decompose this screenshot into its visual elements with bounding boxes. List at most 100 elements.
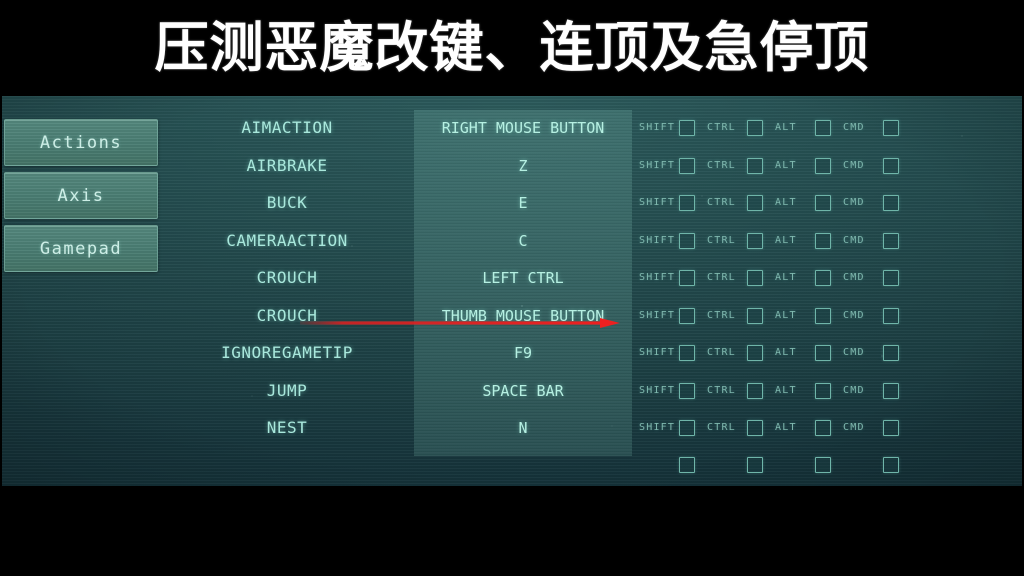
binding-value[interactable]: Z [414,156,632,176]
action-name: BUCK [266,193,308,212]
binding-value[interactable]: RIGHT MOUSE BUTTON [414,118,632,138]
modifier-ctrl: CTRL [707,419,775,437]
modifier-checkbox-ctrl[interactable] [747,382,763,399]
modifier-checkbox-ctrl[interactable] [747,195,763,211]
modifier-label: CTRL [707,197,736,208]
action-name: CROUCH [256,268,318,287]
modifier-checkbox-alt[interactable] [815,195,831,211]
modifier-group: SHIFT CTRL ALT CMD [639,157,911,175]
modifier-alt: ALT [775,382,843,400]
modifier-alt [775,456,843,473]
modifier-checkbox-cmd[interactable] [883,120,899,136]
modifier-checkbox-ctrl[interactable] [747,232,763,249]
modifier-checkbox-ctrl[interactable] [747,345,763,361]
binding-value[interactable]: N [414,418,632,438]
binding-value[interactable]: THUMB MOUSE BUTTON [414,306,632,326]
modifier-checkbox-cmd[interactable] [883,195,899,211]
modifier-alt: ALT [775,194,843,212]
modifier-checkbox-shift[interactable] [679,195,695,211]
modifier-checkbox-alt[interactable] [815,157,831,174]
modifier-group: SHIFT CTRL ALT CMD [639,382,911,400]
table-row[interactable]: JUMP SPACE BAR SHIFT CTRL ALT CMD [2,381,1022,418]
modifier-checkbox-cmd[interactable] [883,157,899,174]
modifier-checkbox-ctrl[interactable] [747,456,763,473]
table-row[interactable] [2,456,1022,487]
modifier-checkbox-alt[interactable] [815,270,831,286]
modifier-checkbox-alt[interactable] [815,120,831,136]
modifier-label: SHIFT [639,422,676,433]
modifier-ctrl: CTRL [707,382,775,400]
modifier-checkbox-cmd[interactable] [883,232,899,249]
category-tabs: Actions Axis Gamepad [4,119,158,278]
modifier-checkbox-cmd[interactable] [883,382,899,399]
modifier-checkbox-shift[interactable] [679,157,695,174]
modifier-checkbox-cmd[interactable] [883,420,899,436]
modifier-checkbox-shift[interactable] [679,420,695,436]
modifier-ctrl: CTRL [707,119,775,137]
modifier-checkbox-alt[interactable] [815,345,831,361]
modifier-label: SHIFT [639,272,676,283]
modifier-alt: ALT [775,232,843,250]
modifier-alt: ALT [775,307,843,325]
modifier-checkbox-cmd[interactable] [883,270,899,286]
table-row[interactable]: IGNOREGAMETIP F9 SHIFT CTRL ALT CMD [2,343,1022,380]
modifier-ctrl: CTRL [707,157,775,175]
modifier-cmd: CMD [843,232,911,250]
modifier-checkbox-shift[interactable] [679,232,695,249]
modifier-shift: SHIFT [639,157,707,175]
modifier-ctrl [707,456,775,473]
sidebar-item-axis[interactable]: Axis [4,172,158,219]
modifier-checkbox-shift[interactable] [679,307,695,324]
modifier-label: CMD [843,159,865,171]
modifier-checkbox-shift[interactable] [679,456,695,473]
modifier-checkbox-alt[interactable] [815,307,831,324]
modifier-label: CMD [843,309,865,321]
modifier-checkbox-shift[interactable] [679,270,695,286]
binding-value[interactable]: SPACE BAR [414,381,632,401]
modifier-checkbox-cmd[interactable] [883,345,899,361]
modifier-label: SHIFT [639,309,676,321]
modifier-checkbox-alt[interactable] [815,420,831,436]
binding-value[interactable]: LEFT CTRL [414,268,632,288]
modifier-checkbox-alt[interactable] [815,456,831,473]
modifier-group: SHIFT CTRL ALT CMD [639,307,911,325]
modifier-cmd: CMD [843,157,911,175]
table-row[interactable]: NEST N SHIFT CTRL ALT CMD [2,418,1022,455]
modifier-cmd: CMD [843,344,911,362]
binding-value[interactable]: E [414,193,632,213]
modifier-label: CTRL [707,272,736,283]
modifier-cmd: CMD [843,382,911,400]
modifier-label: SHIFT [639,347,676,358]
modifier-alt: ALT [775,119,843,137]
modifier-checkbox-cmd[interactable] [883,307,899,324]
modifier-label: CMD [843,272,865,283]
modifier-label: CMD [843,122,865,133]
sidebar-item-actions[interactable]: Actions [4,119,158,166]
action-name: CAMERAACTION [226,230,348,250]
modifier-checkbox-alt[interactable] [815,382,831,399]
modifier-label: CMD [843,422,865,433]
modifier-checkbox-ctrl[interactable] [747,120,763,136]
modifier-checkbox-cmd[interactable] [883,456,899,473]
modifier-cmd: CMD [843,307,911,325]
modifier-checkbox-ctrl[interactable] [747,420,763,436]
modifier-checkbox-ctrl[interactable] [747,270,763,286]
binding-value[interactable]: F9 [414,343,632,363]
table-row[interactable]: CROUCH THUMB MOUSE BUTTON SHIFT CTRL ALT CMD [2,306,1022,343]
modifier-alt: ALT [775,157,843,175]
sidebar-item-gamepad[interactable]: Gamepad [4,225,158,272]
modifier-label: SHIFT [639,384,676,396]
modifier-label: ALT [775,272,797,283]
modifier-checkbox-ctrl[interactable] [747,157,763,174]
modifier-shift: SHIFT [639,419,707,437]
modifier-checkbox-shift[interactable] [679,120,695,136]
modifier-cmd: CMD [843,419,911,437]
modifier-checkbox-ctrl[interactable] [747,307,763,324]
modifier-label: ALT [775,384,797,396]
modifier-checkbox-shift[interactable] [679,382,695,399]
modifier-checkbox-shift[interactable] [679,345,695,361]
modifier-checkbox-alt[interactable] [815,232,831,249]
binding-value[interactable]: C [414,231,632,251]
modifier-label: CTRL [707,122,736,133]
modifier-shift: SHIFT [639,307,707,325]
